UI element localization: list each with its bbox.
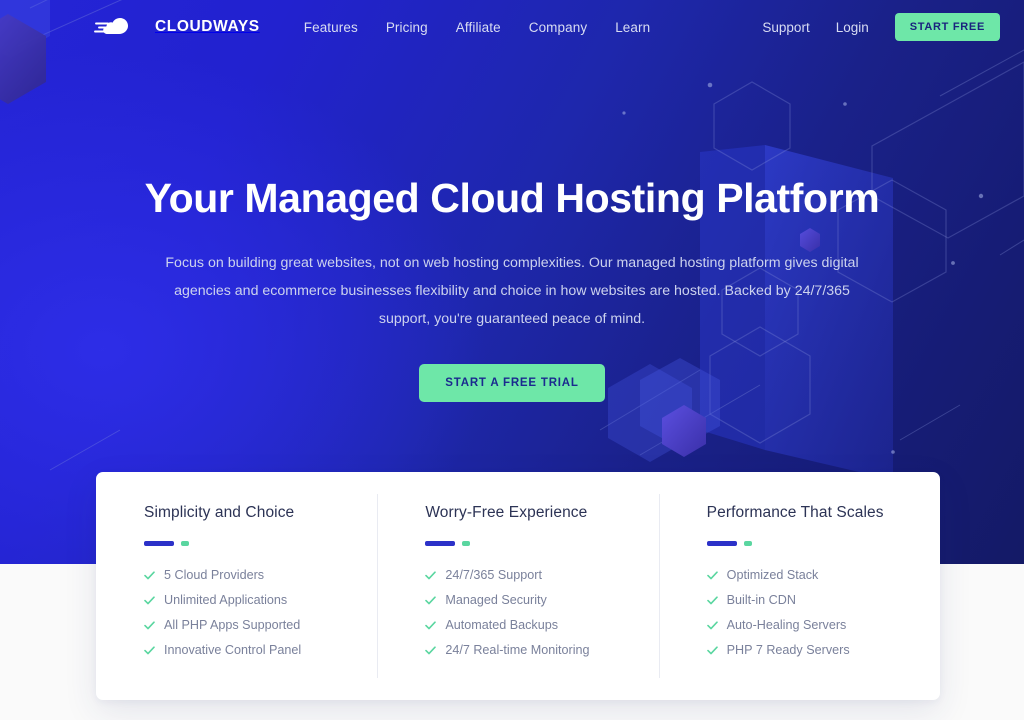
list-item: Automated Backups	[425, 618, 658, 632]
check-icon	[144, 620, 155, 629]
check-icon	[425, 570, 437, 579]
feature-column-simplicity: Simplicity and Choice 5 Cloud Providers …	[96, 472, 377, 700]
check-icon	[144, 645, 155, 654]
nav-item-features[interactable]: Features	[304, 20, 358, 35]
list-item-label: All PHP Apps Supported	[164, 618, 301, 632]
underline-accent-dot	[743, 541, 752, 546]
list-item-label: Auto-Healing Servers	[726, 618, 847, 632]
start-free-button[interactable]: START FREE	[894, 13, 1000, 41]
check-icon	[706, 570, 718, 579]
check-icon	[425, 620, 437, 629]
cloud-speed-icon	[94, 18, 128, 34]
list-item-label: Built-in CDN	[726, 593, 796, 607]
list-item-label: Optimized Stack	[726, 568, 819, 582]
check-icon	[144, 570, 155, 579]
landing-page: CLOUDWAYS Features Pricing Affiliate Com…	[0, 0, 1024, 720]
brand-name: CLOUDWAYS	[155, 18, 260, 35]
list-item-label: PHP 7 Ready Servers	[726, 643, 850, 657]
feature-list: Optimized Stack Built-in CDN Auto-Healin…	[706, 568, 940, 657]
list-item: Auto-Healing Servers	[706, 618, 940, 632]
brand-logo[interactable]: CLOUDWAYS	[94, 15, 260, 39]
title-underline	[706, 541, 940, 546]
site-header: CLOUDWAYS Features Pricing Affiliate Com…	[0, 0, 1024, 54]
underline-accent-dot	[462, 541, 471, 546]
list-item: PHP 7 Ready Servers	[706, 643, 940, 657]
underline-bar	[706, 541, 737, 546]
feature-column-worry-free: Worry-Free Experience 24/7/365 Support M…	[377, 472, 658, 700]
nav-item-learn[interactable]: Learn	[615, 20, 650, 35]
underline-accent-dot	[181, 541, 189, 546]
list-item: All PHP Apps Supported	[144, 618, 377, 632]
list-item-label: 24/7/365 Support	[445, 568, 542, 582]
start-free-trial-button[interactable]: START A FREE TRIAL	[419, 364, 605, 403]
check-icon	[425, 595, 437, 604]
nav-item-pricing[interactable]: Pricing	[386, 20, 428, 35]
check-icon	[425, 645, 437, 654]
nav-item-affiliate[interactable]: Affiliate	[456, 20, 501, 35]
feature-column-title: Worry-Free Experience	[425, 504, 588, 521]
check-icon	[706, 595, 718, 604]
list-item-label: 24/7 Real-time Monitoring	[445, 643, 590, 657]
list-item-label: Unlimited Applications	[164, 593, 288, 607]
list-item: Built-in CDN	[706, 593, 940, 607]
features-card: Simplicity and Choice 5 Cloud Providers …	[96, 472, 940, 700]
title-underline	[425, 541, 658, 546]
feature-column-performance: Performance That Scales Optimized Stack …	[658, 472, 940, 700]
main-nav: Features Pricing Affiliate Company Learn	[304, 20, 651, 35]
header-actions: Support Login START FREE	[762, 13, 1000, 41]
list-item: 24/7 Real-time Monitoring	[425, 643, 658, 657]
hero-content: Your Managed Cloud Hosting Platform Focu…	[0, 0, 1024, 403]
list-item: Managed Security	[425, 593, 658, 607]
login-link[interactable]: Login	[836, 20, 869, 35]
hero-hexagon-purple	[662, 405, 706, 457]
check-icon	[144, 595, 155, 604]
support-link[interactable]: Support	[762, 20, 809, 35]
hero-subtitle: Focus on building great websites, not on…	[165, 255, 859, 327]
check-icon	[706, 645, 718, 654]
list-item: Optimized Stack	[706, 568, 940, 582]
feature-list: 5 Cloud Providers Unlimited Applications…	[144, 568, 377, 657]
underline-bar	[144, 541, 174, 546]
feature-column-title: Performance That Scales	[706, 504, 884, 521]
underline-bar	[425, 541, 456, 546]
list-item: Innovative Control Panel	[144, 643, 377, 657]
list-item-label: Managed Security	[445, 593, 547, 607]
list-item-label: 5 Cloud Providers	[164, 568, 265, 582]
list-item: Unlimited Applications	[144, 593, 377, 607]
list-item-label: Innovative Control Panel	[164, 643, 302, 657]
nav-item-company[interactable]: Company	[529, 20, 587, 35]
hero-cta-wrapper: START A FREE TRIAL	[0, 364, 1024, 403]
hero-title: Your Managed Cloud Hosting Platform	[144, 175, 880, 221]
list-item: 5 Cloud Providers	[144, 568, 377, 582]
title-underline	[144, 541, 377, 546]
feature-list: 24/7/365 Support Managed Security Automa…	[425, 568, 658, 657]
feature-column-title: Simplicity and Choice	[144, 504, 295, 521]
list-item-label: Automated Backups	[445, 618, 559, 632]
list-item: 24/7/365 Support	[425, 568, 658, 582]
check-icon	[706, 620, 718, 629]
